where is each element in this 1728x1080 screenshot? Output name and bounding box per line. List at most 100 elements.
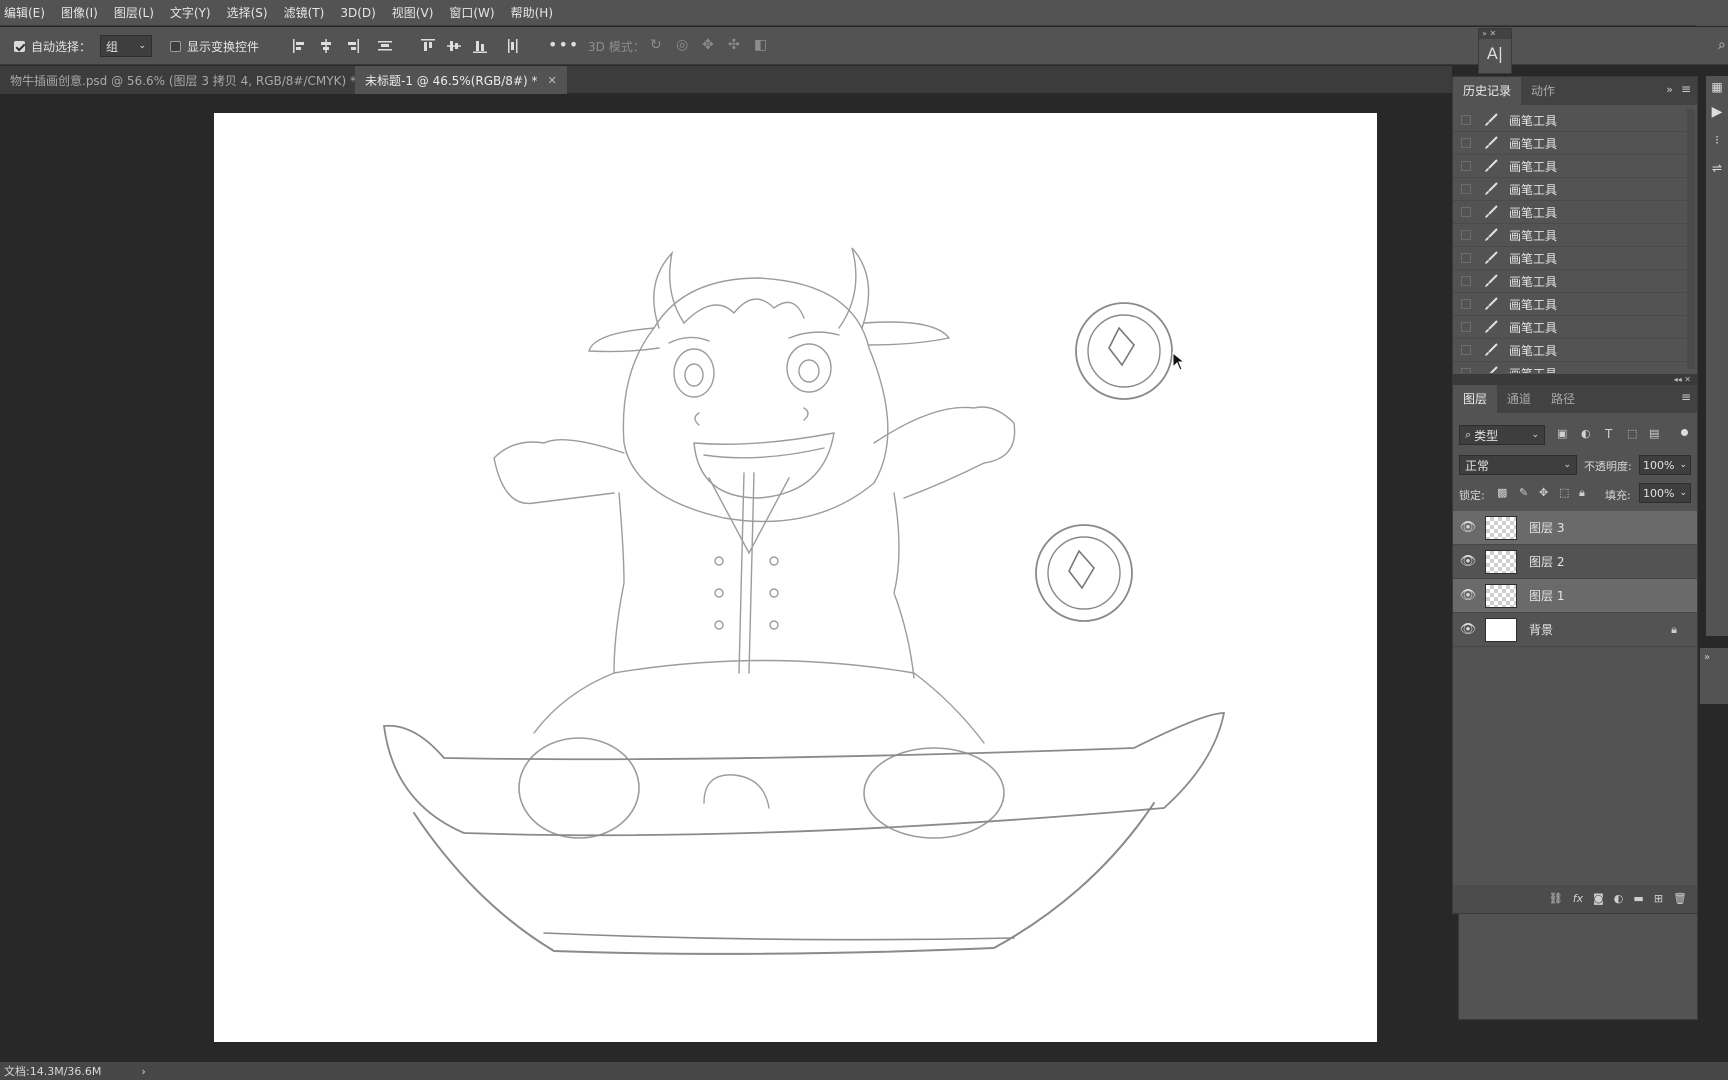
history-snapshot-box[interactable] [1461, 345, 1471, 355]
eye-icon[interactable]: 👁︎ [1453, 554, 1483, 569]
filter-toggle-icon[interactable] [1681, 429, 1688, 436]
history-snapshot-box[interactable] [1461, 230, 1471, 240]
new-layer-icon[interactable]: ⊞ [1654, 890, 1663, 908]
history-snapshot-box[interactable] [1461, 276, 1471, 286]
filter-smart-object-icon[interactable]: ▤ [1649, 425, 1659, 443]
tab-channels[interactable]: 通道 [1497, 385, 1541, 413]
layer-row[interactable]: 👁︎ 背景 🔒︎ [1453, 613, 1697, 647]
blend-mode-dropdown[interactable]: 正常 ⌄ [1459, 455, 1577, 475]
3d-rotate-icon[interactable]: ↻ [650, 36, 662, 54]
3d-roll-icon[interactable]: ◎ [676, 36, 688, 54]
history-item[interactable]: 画笔工具 [1453, 316, 1697, 339]
filter-pixel-icon[interactable]: ▣ [1557, 425, 1567, 443]
history-item[interactable]: 画笔工具 [1453, 224, 1697, 247]
menu-image[interactable]: 图像(I) [61, 4, 98, 21]
history-item[interactable]: 画笔工具 [1453, 293, 1697, 316]
adjust-icon[interactable]: ⇌ [1706, 154, 1728, 182]
layer-row[interactable]: 👁︎ 图层 3 [1453, 511, 1697, 545]
eye-icon[interactable]: 👁︎ [1453, 588, 1483, 603]
lock-paint-icon[interactable]: ✎ [1519, 484, 1528, 502]
link-layers-icon[interactable]: ⛓ [1549, 890, 1563, 908]
eye-icon[interactable]: 👁︎ [1453, 622, 1483, 637]
align-top-icon[interactable] [420, 38, 436, 54]
history-item[interactable]: 画笔工具 [1453, 178, 1697, 201]
fx-icon[interactable]: fx [1573, 890, 1583, 908]
menu-layer[interactable]: 图层(L) [114, 4, 154, 21]
align-right-icon[interactable] [344, 38, 360, 54]
panel-menu-icon[interactable]: ≡ [1681, 82, 1691, 96]
history-item[interactable]: 画笔工具 [1453, 132, 1697, 155]
add-mask-icon[interactable]: ◙ [1593, 890, 1604, 908]
menu-select[interactable]: 选择(S) [227, 4, 268, 21]
auto-select-checkbox[interactable] [14, 41, 25, 52]
menu-help[interactable]: 帮助(H) [511, 4, 553, 21]
history-snapshot-box[interactable] [1461, 115, 1471, 125]
play-icon[interactable]: ▶ [1706, 98, 1728, 126]
character-panel-collapsed[interactable]: » ✕ A| [1478, 28, 1512, 74]
history-scrollbar[interactable] [1687, 109, 1695, 369]
filter-adjustment-icon[interactable]: ◐ [1581, 425, 1591, 443]
filter-shape-icon[interactable]: ⬚ [1627, 425, 1637, 443]
tab-layers[interactable]: 图层 [1453, 385, 1498, 413]
distribute-icon[interactable] [377, 38, 393, 54]
brush-settings-icon[interactable]: ⁝ [1706, 126, 1728, 154]
expand-icon[interactable]: » [1666, 83, 1673, 96]
3d-scale-icon[interactable]: ◧ [754, 36, 767, 54]
lock-all-icon[interactable]: 🔒︎ [1579, 484, 1585, 502]
fill-input[interactable]: 100% ⌄ [1639, 483, 1691, 503]
close-icon[interactable]: ✕ [548, 74, 557, 87]
history-snapshot-box[interactable] [1461, 207, 1471, 217]
search-icon[interactable]: ⌕ [1718, 36, 1726, 54]
auto-select-dropdown[interactable]: 组 ⌄ [100, 35, 152, 57]
tab-actions[interactable]: 动作 [1521, 77, 1565, 105]
history-item[interactable]: 画笔工具 [1453, 339, 1697, 362]
expand-icon[interactable]: » [1700, 648, 1728, 667]
history-snapshot-box[interactable] [1461, 299, 1471, 309]
align-bottom-icon[interactable] [472, 38, 488, 54]
status-arrow-icon[interactable]: › [141, 1065, 145, 1078]
lock-position-icon[interactable]: ✥ [1539, 484, 1548, 502]
tab-document-1[interactable]: 物牛插画创意.psd @ 56.6% (图层 3 拷贝 4, RGB/8#/CM… [0, 66, 386, 94]
history-item[interactable]: 画笔工具 [1453, 270, 1697, 293]
layer-row[interactable]: 👁︎ 图层 2 [1453, 545, 1697, 579]
menu-filter[interactable]: 滤镜(T) [284, 4, 325, 21]
3d-pan-icon[interactable]: ✥ [702, 36, 714, 54]
history-item[interactable]: 画笔工具 [1453, 155, 1697, 178]
menu-type[interactable]: 文字(Y) [170, 4, 211, 21]
history-snapshot-box[interactable] [1461, 184, 1471, 194]
menu-edit[interactable]: 编辑(E) [4, 4, 45, 21]
distribute-vertical-icon[interactable] [505, 38, 521, 54]
3d-slide-icon[interactable]: ✣ [728, 36, 740, 54]
more-options-icon[interactable]: ••• [548, 35, 579, 54]
history-item[interactable]: 画笔工具 [1453, 362, 1697, 373]
history-item[interactable]: 画笔工具 [1453, 201, 1697, 224]
history-snapshot-box[interactable] [1461, 161, 1471, 171]
lock-icon[interactable]: 🔒︎ [1671, 623, 1677, 637]
align-hcenter-icon[interactable] [318, 38, 334, 54]
tab-paths[interactable]: 路径 [1541, 385, 1585, 413]
document-canvas[interactable] [214, 113, 1377, 1042]
opacity-input[interactable]: 100% ⌄ [1639, 455, 1691, 475]
side-collapse-strip[interactable]: » [1700, 648, 1728, 704]
history-item[interactable]: 画笔工具 [1453, 109, 1697, 132]
layer-filter-dropdown[interactable]: ⌕ 类型 ⌄ [1459, 425, 1545, 445]
show-transform-checkbox[interactable] [170, 41, 181, 52]
tab-document-2[interactable]: 未标题-1 @ 46.5%(RGB/8#) * ✕ [355, 66, 567, 94]
collapse-bar[interactable]: » ✕ [1479, 29, 1511, 39]
history-snapshot-box[interactable] [1461, 322, 1471, 332]
history-snapshot-box[interactable] [1461, 253, 1471, 263]
new-group-icon[interactable]: ▬ [1633, 890, 1643, 908]
history-snapshot-box[interactable] [1461, 368, 1471, 373]
history-snapshot-box[interactable] [1461, 138, 1471, 148]
eye-icon[interactable]: 👁︎ [1453, 520, 1483, 535]
panel-icon-1[interactable]: ▦ [1706, 76, 1728, 98]
trash-icon[interactable]: 🗑︎ [1673, 890, 1687, 908]
panel-top-bar[interactable]: ◂◂ ✕ [1453, 375, 1697, 385]
panel-menu-icon[interactable]: ≡ [1681, 390, 1691, 404]
lock-transparent-icon[interactable]: ▩ [1497, 484, 1507, 502]
menu-window[interactable]: 窗口(W) [449, 4, 494, 21]
tab-history[interactable]: 历史记录 [1453, 77, 1522, 105]
filter-type-icon[interactable]: T [1605, 425, 1612, 443]
lock-artboard-icon[interactable]: ⬚ [1559, 484, 1569, 502]
adjustment-layer-icon[interactable]: ◐ [1614, 890, 1624, 908]
